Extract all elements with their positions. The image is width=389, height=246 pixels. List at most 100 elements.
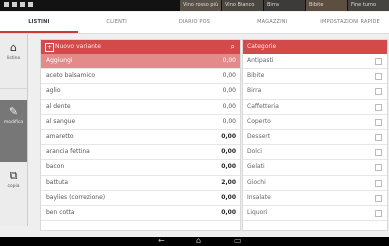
list-item[interactable]: arancia fettina 0,00 [41,145,240,161]
sidebar: ⌂ listino ✎ modifica ⧉ copia [0,34,28,226]
item-name: Aggiungi [46,57,73,64]
home-icon: ⌂ [10,41,17,54]
category-checkbox[interactable] [375,209,382,217]
category-checkbox[interactable] [375,58,382,65]
sidebar-item-modifica[interactable]: ✎ modifica [0,100,27,162]
list-item[interactable]: aglio 0,00 [41,84,240,100]
item-price: 0,00 [222,102,236,110]
category-row[interactable]: Birra [243,84,387,100]
sidebar-item-copia[interactable]: ⧉ copia [0,164,27,216]
category-row[interactable]: Insalate [243,191,387,206]
item-price: 0,00 [221,132,236,140]
category-checkbox[interactable] [375,88,382,96]
item-name: baylies (correzione) [46,193,106,201]
category-checkbox[interactable] [375,179,382,187]
thumbnail[interactable]: Birra [264,0,305,11]
thumbnail[interactable]: Vino Bianco [222,0,263,11]
list-item[interactable]: aceto balsamico 0,00 [41,69,240,85]
back-icon[interactable]: ← [158,236,165,245]
list-item[interactable]: bacon 0,00 [41,160,240,176]
tab-impostazioni-rapide[interactable]: IMPOSTAZIONI RAPIDE [311,12,389,33]
category-row[interactable]: Bibite [243,69,387,85]
category-name: Dessert [247,132,271,140]
item-name: ben cotta [46,208,75,216]
category-row[interactable]: Giochi [243,176,387,191]
notification-icon [4,2,9,7]
category-row[interactable]: Dessert [243,130,387,146]
category-checkbox[interactable] [375,118,382,126]
search-bar[interactable]: + Nuovo variante ⌕ [41,40,240,54]
search-input[interactable]: Nuovo variante [55,43,101,50]
category-checkbox[interactable] [375,133,382,141]
category-name: Coperto [247,117,271,125]
notification-icon [12,2,17,7]
thumbnail-label: Fine turno [351,2,377,8]
category-name: Birra [247,87,262,95]
item-name: amaretto [46,132,74,140]
navigation-bar: ← ⌂ ▭ [0,236,389,246]
category-name: Dolci [247,148,262,156]
thumbnail-label: Vino Bianco [225,2,255,8]
thumbnail-label: Vino rosso più [183,2,219,8]
status-bar: Vino rosso più Vino Bianco Birra Bibite … [0,0,389,11]
category-row[interactable]: Coperto [243,115,387,130]
category-name: Caffetteria [247,102,279,110]
category-name: Liquori [247,208,268,216]
tab-clienti[interactable]: CLIENTI [78,12,156,33]
add-icon[interactable]: + [45,43,54,52]
category-row[interactable]: Antipasti [243,54,387,70]
list-item[interactable]: al dente 0,00 [41,100,240,115]
categories-panel: Categorie Antipasti Bibite Birra Caffett… [242,39,388,231]
item-price: 0,00 [222,57,236,64]
notification-icon [20,2,25,7]
item-price: 0,00 [221,148,236,156]
category-checkbox[interactable] [375,194,382,202]
home-icon[interactable]: ⌂ [196,236,201,245]
sidebar-item-label: copia [7,184,20,189]
category-row[interactable]: Gelati [243,160,387,176]
category-checkbox[interactable] [375,149,382,157]
item-price: 0,00 [221,193,236,201]
list-item[interactable]: Aggiungi 0,00 [41,54,240,70]
thumbnail-label: Birra [267,2,279,8]
item-price: 0,00 [222,72,236,80]
item-name: al dente [46,102,71,110]
tab-listini[interactable]: LISTINI [0,12,78,33]
category-name: Insalate [247,193,271,201]
list-item[interactable]: al sangue 0,00 [41,115,240,130]
tab-bar: LISTINI CLIENTI DIARIO POS MAGAZZINI IMP… [0,12,389,34]
item-price: 0,00 [221,163,236,171]
tab-magazzini[interactable]: MAGAZZINI [233,12,311,33]
sidebar-item-listino[interactable]: ⌂ listino [0,36,27,89]
search-icon[interactable]: ⌕ [231,42,235,52]
category-checkbox[interactable] [375,103,382,111]
edit-icon: ✎ [8,105,19,118]
category-row[interactable]: Dolci [243,145,387,161]
notification-icon [28,2,33,7]
sidebar-item-label: modifica [3,120,24,125]
item-name: arancia fettina [46,148,90,156]
category-checkbox[interactable] [375,73,382,81]
list-item[interactable]: baylies (correzione) 0,00 [41,191,240,206]
tab-diario-pos[interactable]: DIARIO POS [156,12,234,33]
list-item[interactable]: battuta 2,00 [41,176,240,191]
status-icons [4,2,33,7]
item-price: 0,00 [221,208,236,216]
category-name: Giochi [247,178,266,186]
item-name: aceto balsamico [46,72,96,80]
item-name: al sangue [46,117,76,125]
item-name: aglio [46,87,61,95]
thumbnail[interactable]: Fine turno [348,0,389,11]
category-name: Bibite [247,72,265,80]
category-row[interactable]: Caffetteria [243,100,387,115]
recent-apps-icon[interactable]: ▭ [234,236,242,245]
list-item[interactable]: ben cotta 0,00 [41,206,240,222]
thumbnail-strip: Vino rosso più Vino Bianco Birra Bibite … [180,0,389,11]
thumbnail[interactable]: Bibite [306,0,347,11]
list-item[interactable]: amaretto 0,00 [41,130,240,146]
thumbnail[interactable]: Vino rosso più [180,0,221,11]
category-checkbox[interactable] [375,164,382,172]
categories-header: Categorie [243,40,387,54]
category-name: Gelati [247,163,265,171]
category-row[interactable]: Liquori [243,206,387,222]
